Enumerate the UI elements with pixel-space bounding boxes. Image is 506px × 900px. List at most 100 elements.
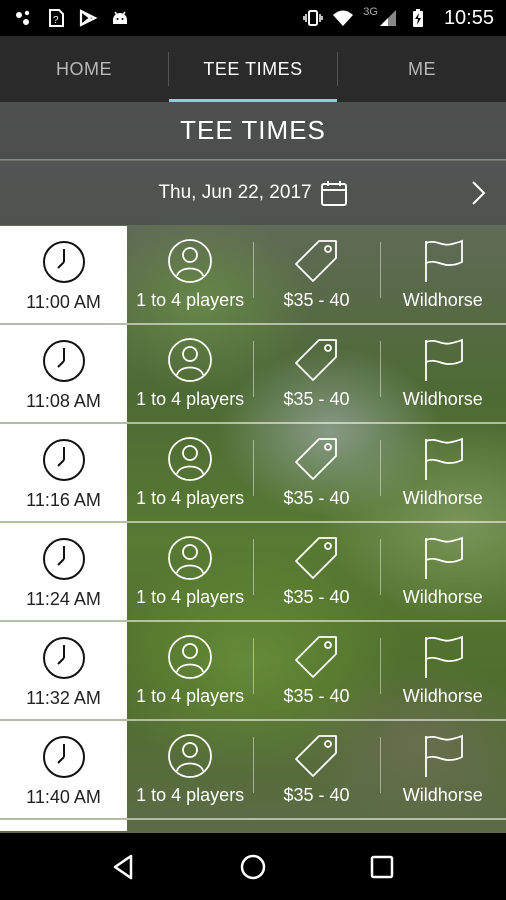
price-cell: $35 - 40 [253, 523, 379, 622]
price-cell: $35 - 40 [253, 622, 379, 721]
time-cell [0, 820, 127, 831]
price-tag-icon [295, 537, 338, 579]
course-label: Wildhorse [402, 488, 483, 508]
home-icon[interactable] [238, 852, 268, 882]
price-label: $35 - 40 [283, 587, 350, 607]
network-type: 3G [363, 6, 378, 18]
user-icon [168, 338, 213, 382]
time-cell: 11:16 AM [0, 424, 127, 521]
vibrate-icon [303, 10, 323, 26]
players-cell: 1 to 4 players [127, 424, 253, 523]
tee-time-row[interactable]: 11:08 AM 1 to 4 players $35 - 40 Wildhorse [0, 325, 506, 424]
calendar-icon[interactable] [320, 179, 348, 207]
status-left-icons: ? [14, 8, 130, 28]
back-icon[interactable] [109, 852, 139, 882]
tab-bar: HOME TEE TIMES ME [0, 36, 506, 102]
tee-time-label: 11:40 AM [26, 787, 101, 807]
user-icon [168, 239, 213, 283]
players-label: 1 to 4 players [136, 389, 245, 409]
tee-time-label: 11:08 AM [26, 391, 101, 411]
tee-time-label: 11:32 AM [26, 688, 101, 708]
tee-time-label: 11:24 AM [26, 589, 101, 609]
page-title: TEE TIMES [180, 115, 326, 145]
time-cell: 11:40 AM [0, 721, 127, 818]
chevron-right-icon[interactable] [468, 179, 488, 207]
price-cell: $35 - 40 [253, 325, 379, 424]
players-label: 1 to 4 players [136, 686, 245, 706]
wifi-icon [333, 10, 354, 26]
status-time: 10:55 [443, 6, 494, 29]
tab-me[interactable]: ME [338, 36, 506, 102]
price-label: $35 - 40 [283, 290, 350, 310]
status-right-icons: 3G 10:55 [303, 6, 494, 30]
user-icon [168, 536, 213, 580]
course-label: Wildhorse [402, 686, 483, 706]
navigation-bar [0, 833, 506, 900]
players-label: 1 to 4 players [136, 785, 245, 805]
date-label[interactable]: Thu, Jun 22, 2017 [158, 182, 311, 204]
players-cell: 1 to 4 players [127, 523, 253, 622]
flag-icon [424, 734, 463, 777]
flag-icon [424, 635, 463, 678]
clock-icon [42, 439, 85, 481]
players-label: 1 to 4 players [136, 587, 245, 607]
user-icon [168, 635, 213, 679]
players-cell: 1 to 4 players [127, 325, 253, 424]
players-cell: 1 to 4 players [127, 622, 253, 721]
tee-time-row[interactable]: 11:16 AM 1 to 4 players $35 - 40 Wildhorse [0, 424, 506, 523]
price-label: $35 - 40 [283, 785, 350, 805]
course-cell: Wildhorse [379, 325, 506, 424]
price-tag-icon [295, 438, 338, 480]
course-label: Wildhorse [402, 290, 483, 310]
course-cell: Wildhorse [379, 424, 506, 523]
play-store-icon [79, 9, 98, 27]
players-cell: 1 to 4 players [127, 226, 253, 325]
tee-time-label: 11:16 AM [26, 490, 101, 510]
players-label: 1 to 4 players [136, 488, 245, 508]
notification-dots-icon [16, 10, 30, 25]
players-label: 1 to 4 players [136, 290, 245, 310]
sim-icon: ? [49, 9, 64, 27]
time-cell: 11:32 AM [0, 622, 127, 719]
price-label: $35 - 40 [283, 488, 350, 508]
clock-icon [42, 241, 85, 283]
date-bar[interactable]: Thu, Jun 22, 2017 [0, 161, 506, 225]
time-cell: 11:00 AM [0, 226, 127, 323]
price-tag-icon [295, 339, 338, 381]
course-cell: Wildhorse [379, 721, 506, 820]
course-label: Wildhorse [402, 587, 483, 607]
flag-icon [424, 338, 463, 381]
android-icon [113, 11, 127, 24]
tab-home[interactable]: HOME [0, 36, 168, 102]
course-label: Wildhorse [402, 389, 483, 409]
price-tag-icon [295, 240, 338, 282]
battery-charging-icon [412, 9, 423, 27]
status-bar: ? 3G 10:55 [0, 0, 506, 36]
tee-time-label: 11:00 AM [26, 292, 101, 312]
price-label: $35 - 40 [283, 389, 350, 409]
tee-time-row[interactable]: 11:00 AM 1 to 4 players $35 - 40 Wildhorse [0, 226, 506, 325]
time-cell: 11:08 AM [0, 325, 127, 422]
course-cell: Wildhorse [379, 226, 506, 325]
tee-time-row[interactable]: 11:24 AM 1 to 4 players $35 - 40 Wildhorse [0, 523, 506, 622]
clock-icon [42, 340, 85, 382]
price-cell: $35 - 40 [253, 721, 379, 820]
price-cell: $35 - 40 [253, 226, 379, 325]
course-cell: Wildhorse [379, 523, 506, 622]
price-cell: $35 - 40 [253, 424, 379, 523]
recents-icon[interactable] [367, 852, 397, 882]
clock-icon [42, 736, 85, 778]
tee-time-row-partial[interactable] [0, 820, 506, 831]
price-tag-icon [295, 636, 338, 678]
tee-time-row[interactable]: 11:40 AM 1 to 4 players $35 - 40 Wildhorse [0, 721, 506, 820]
clock-icon [42, 637, 85, 679]
tab-tee-times[interactable]: TEE TIMES [169, 36, 337, 102]
price-label: $35 - 40 [283, 686, 350, 706]
price-tag-icon [295, 735, 338, 777]
signal-icon [379, 10, 396, 26]
svg-text:?: ? [53, 15, 59, 26]
players-cell: 1 to 4 players [127, 721, 253, 820]
title-bar: TEE TIMES [0, 102, 506, 160]
tee-time-row[interactable]: 11:32 AM 1 to 4 players $35 - 40 Wildhorse [0, 622, 506, 721]
tee-time-list: 11:00 AM 1 to 4 players $35 - 40 Wildhorse 1… [0, 226, 506, 831]
